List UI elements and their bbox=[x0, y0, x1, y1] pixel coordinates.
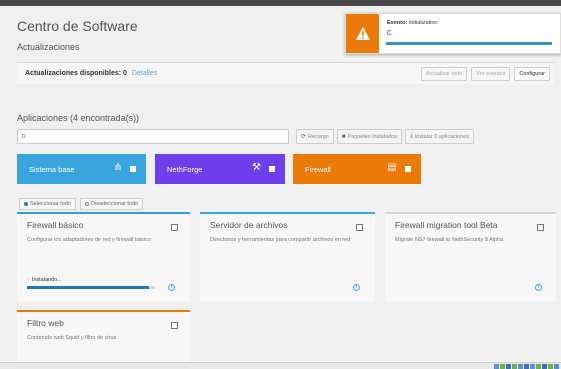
event-notification[interactable]: Evento: Initialization bbox=[345, 13, 561, 54]
installed-packages-button[interactable]: ■ Paquetes instalados bbox=[336, 129, 402, 144]
category-label: Firewall bbox=[305, 164, 331, 174]
install-apps-label: Instalar 0 aplicaciones bbox=[414, 133, 470, 140]
select-all-icon bbox=[24, 202, 28, 206]
apps-section-title: Aplicaciones (4 encontrada(s)) bbox=[17, 113, 140, 123]
app-card-description: Configurar los adaptadores de red y fire… bbox=[27, 237, 151, 243]
update-all-button[interactable]: Actualizar todo bbox=[420, 67, 468, 81]
app-card-checkbox[interactable] bbox=[537, 224, 544, 231]
spinner-icon: ◌ bbox=[27, 277, 31, 283]
app-card-title: Servidor de archivos bbox=[210, 220, 288, 230]
app-card-title: Filtro web bbox=[27, 318, 64, 328]
tools-icon: ⚒ bbox=[252, 162, 261, 173]
deselect-all-icon bbox=[84, 202, 89, 206]
app-card-description: Migrate NS7 firewall to NethSecurity 8 A… bbox=[395, 237, 504, 243]
tray-icon[interactable] bbox=[554, 364, 559, 369]
info-icon[interactable]: i bbox=[535, 284, 542, 291]
category-nethforge[interactable]: NethForge ⚒ bbox=[155, 154, 285, 184]
event-label: Evento: Initialization bbox=[387, 20, 437, 26]
tray-icon[interactable] bbox=[500, 364, 505, 369]
category-checkbox[interactable] bbox=[269, 166, 275, 172]
warning-icon bbox=[355, 27, 370, 40]
event-label-value: Initialization bbox=[408, 20, 438, 26]
app-card-migration-tool[interactable]: Firewall migration tool Beta Migrate NS7… bbox=[385, 212, 556, 302]
updates-actions: Actualizar todo Ver eventos Configurar bbox=[420, 67, 550, 81]
deselect-all-button[interactable]: Deseleccionar todo bbox=[79, 198, 144, 210]
app-card-title: Firewall básico bbox=[27, 220, 84, 230]
app-card-firewall-basico[interactable]: Firewall básico Configurar los adaptador… bbox=[17, 212, 190, 302]
installing-status: ◌ Instalando... bbox=[27, 277, 62, 283]
category-label: NethForge bbox=[167, 164, 203, 174]
page: Centro de Software Actualizaciones Actua… bbox=[0, 6, 561, 362]
tray-icon[interactable] bbox=[536, 364, 541, 369]
install-apps-button[interactable]: ⤓ Instalar 0 aplicaciones bbox=[405, 129, 475, 144]
configure-button[interactable]: Configurar bbox=[514, 67, 550, 81]
updates-available-label: Actualizaciones disponibles: 0 bbox=[25, 70, 127, 77]
app-card-servidor-archivos[interactable]: Servidor de archivos Directorios y herra… bbox=[200, 212, 375, 302]
reload-button-label: Recargo bbox=[308, 133, 329, 140]
event-progress-fill bbox=[386, 42, 552, 45]
tray-icon[interactable] bbox=[548, 364, 553, 369]
selection-controls: Seleccionar todo Deseleccionar todo bbox=[19, 198, 144, 210]
list-icon: ■ bbox=[341, 133, 346, 140]
view-events-button[interactable]: Ver eventos bbox=[471, 67, 511, 81]
tray-icon[interactable] bbox=[518, 364, 523, 369]
info-icon[interactable]: i bbox=[168, 284, 175, 291]
tray-icon[interactable] bbox=[494, 364, 499, 369]
spinner-icon bbox=[387, 30, 392, 35]
app-card-filtro-web[interactable]: Filtro web Contenido web Squid y filtro … bbox=[17, 310, 190, 362]
updates-details-link[interactable]: Detalles bbox=[132, 70, 157, 77]
updates-bar: Actualizaciones disponibles: 0 Detalles … bbox=[17, 62, 554, 84]
app-card-checkbox[interactable] bbox=[171, 224, 178, 231]
installing-status-text: Instalando... bbox=[31, 277, 62, 283]
search-actions: ⟳ Recargo ■ Paquetes instalados ⤓ Instal… bbox=[296, 129, 475, 144]
tray-icon[interactable] bbox=[542, 364, 547, 369]
select-all-button[interactable]: Seleccionar todo bbox=[19, 198, 76, 210]
app-card-checkbox[interactable] bbox=[356, 224, 363, 231]
tray-icon[interactable] bbox=[512, 364, 517, 369]
tray-icon[interactable] bbox=[524, 364, 529, 369]
category-label: Sistema base bbox=[29, 164, 75, 174]
reload-button[interactable]: ⟳ Recargo bbox=[296, 129, 334, 144]
select-all-label: Seleccionar todo bbox=[30, 201, 71, 207]
taskbar bbox=[0, 362, 561, 369]
event-label-key: Evento: bbox=[387, 20, 408, 26]
warning-panel bbox=[346, 14, 379, 53]
page-title: Centro de Software bbox=[17, 18, 138, 34]
installed-packages-label: Paquetes instalados bbox=[347, 133, 397, 140]
category-checkbox[interactable] bbox=[130, 166, 136, 172]
event-progress-bar bbox=[386, 42, 552, 45]
system-tray bbox=[494, 364, 559, 369]
deselect-all-label: Deseleccionar todo bbox=[90, 201, 139, 207]
reload-icon: ⟳ bbox=[301, 134, 307, 140]
info-icon[interactable]: i bbox=[353, 284, 360, 291]
category-checkbox[interactable] bbox=[405, 166, 411, 172]
network-icon: ⋔ bbox=[113, 162, 122, 173]
app-card-description: Directorios y herramientas para comparti… bbox=[210, 237, 351, 243]
install-progress-fill bbox=[27, 286, 149, 289]
category-firewall[interactable]: Firewall ▤ bbox=[293, 154, 421, 184]
install-progress-bar bbox=[27, 286, 155, 289]
app-card-checkbox[interactable] bbox=[171, 322, 178, 329]
updates-section-title: Actualizaciones bbox=[17, 42, 80, 52]
download-icon: ⤓ bbox=[410, 133, 413, 139]
tray-icon[interactable] bbox=[506, 364, 511, 369]
tray-icon[interactable] bbox=[530, 364, 535, 369]
search-input[interactable] bbox=[17, 129, 289, 144]
app-card-description: Contenido web Squid y filtro de virus bbox=[27, 335, 117, 341]
category-sistema-base[interactable]: Sistema base ⋔ bbox=[17, 154, 146, 184]
app-card-title: Firewall migration tool Beta bbox=[395, 220, 498, 230]
firewall-icon: ▤ bbox=[387, 162, 397, 173]
